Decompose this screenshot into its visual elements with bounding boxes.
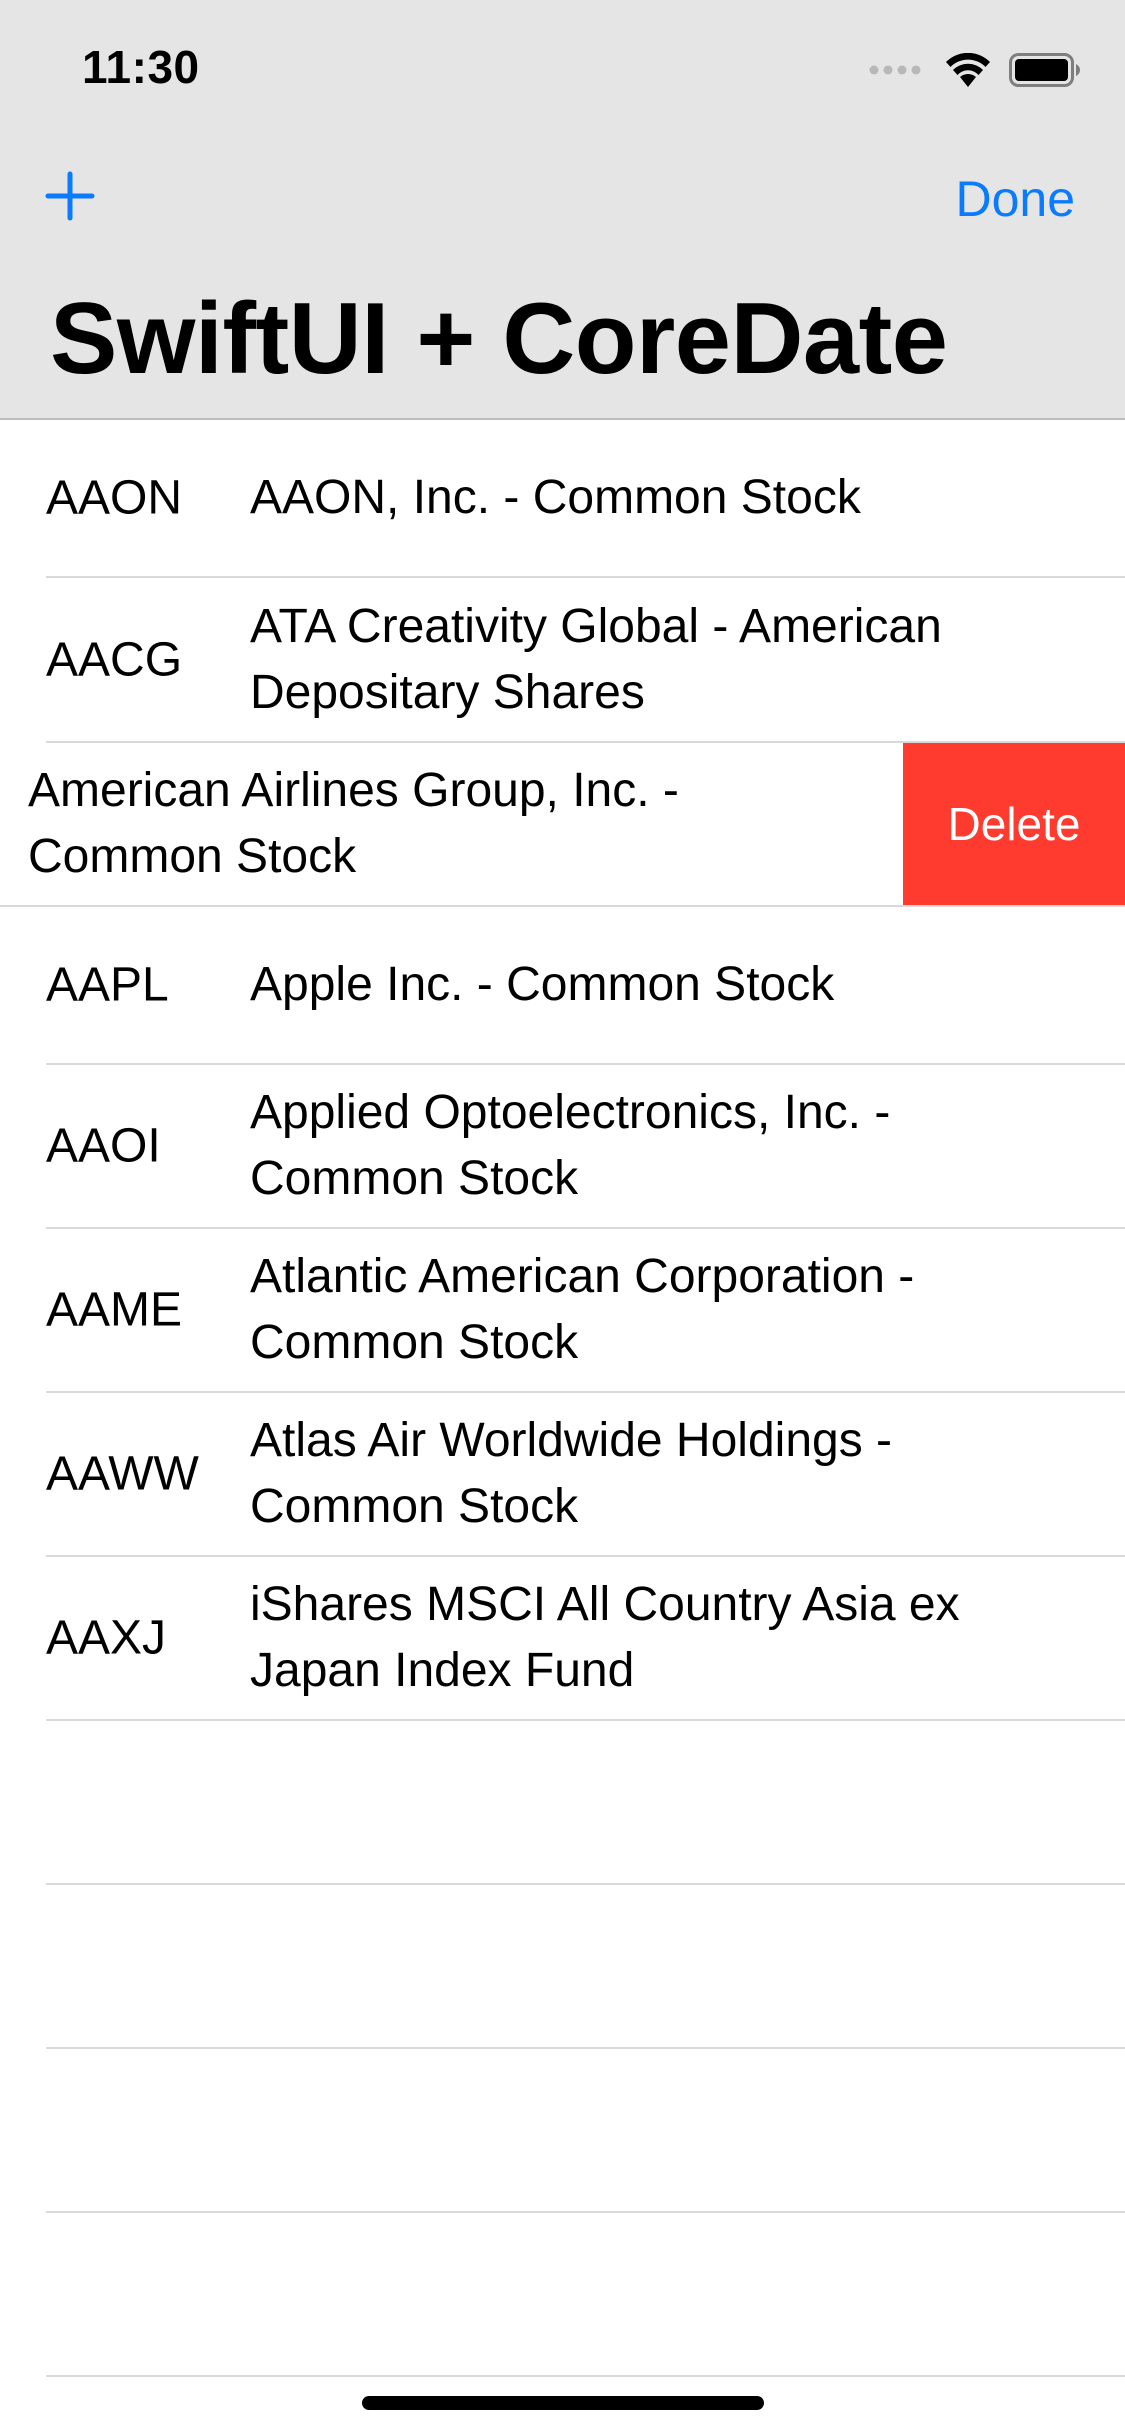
stock-symbol: AAWW	[46, 1447, 199, 1501]
delete-button[interactable]: Delete	[903, 743, 1125, 905]
home-indicator[interactable]	[362, 2396, 764, 2410]
stock-symbol: AAXJ	[46, 1611, 167, 1665]
list-item[interactable]: AACG ATA Creativity Global - American De…	[0, 578, 1125, 741]
plus-icon	[45, 171, 95, 221]
status-icons	[869, 48, 1081, 92]
signal-icon	[869, 65, 921, 75]
list-item[interactable]: AAON AAON, Inc. - Common Stock	[0, 420, 1125, 576]
stock-name: American Airlines Group, Inc. - Common S…	[28, 764, 679, 883]
list-item[interactable]: AAOI Applied Optoelectronics, Inc. - Com…	[0, 1065, 1125, 1227]
stock-name: ATA Creativity Global - American Deposit…	[250, 599, 942, 719]
stock-name: iShares MSCI All Country Asia ex Japan I…	[250, 1578, 960, 1697]
row-separator	[46, 2211, 1125, 2213]
stock-symbol: AAON	[46, 471, 183, 525]
add-button[interactable]	[42, 168, 98, 224]
wifi-icon	[946, 53, 990, 87]
row-separator	[46, 1883, 1125, 1885]
stock-name: Apple Inc. - Common Stock	[250, 958, 835, 1011]
stock-symbol: AAPL	[46, 958, 169, 1012]
stock-name: AAON, Inc. - Common Stock	[250, 471, 861, 524]
list-item[interactable]: AAPL Apple Inc. - Common Stock	[0, 907, 1125, 1063]
row-separator	[46, 2375, 1125, 2377]
list-item[interactable]: AAXJ iShares MSCI All Country Asia ex Ja…	[0, 1557, 1125, 1719]
status-time: 11:30	[82, 41, 200, 93]
stock-name: Applied Optoelectronics, Inc. - Common S…	[250, 1086, 891, 1205]
page-title: SwiftUI + CoreDate	[50, 283, 948, 395]
screen: 11:30 Done SwiftUI + CoreDate AAON AAON,…	[0, 0, 1125, 2436]
row-separator	[46, 2047, 1125, 2049]
row-separator	[46, 1719, 1125, 1721]
stock-symbol: AACG	[46, 633, 183, 686]
stock-symbol: AAME	[46, 1283, 183, 1337]
navigation-header: 11:30 Done SwiftUI + CoreDate	[0, 0, 1125, 420]
stock-name: Atlantic American Corporation - Common S…	[250, 1250, 915, 1369]
stock-name: Atlas Air Worldwide Holdings - Common St…	[250, 1414, 893, 1533]
done-button[interactable]: Done	[955, 170, 1075, 228]
stock-symbol: AAOI	[46, 1119, 161, 1173]
list-item[interactable]: AAWW Atlas Air Worldwide Holdings - Comm…	[0, 1393, 1125, 1555]
list-item-swiped[interactable]: American Airlines Group, Inc. - Common S…	[0, 743, 1125, 905]
battery-icon	[1009, 53, 1080, 87]
list-item[interactable]: AAME Atlantic American Corporation - Com…	[0, 1229, 1125, 1391]
